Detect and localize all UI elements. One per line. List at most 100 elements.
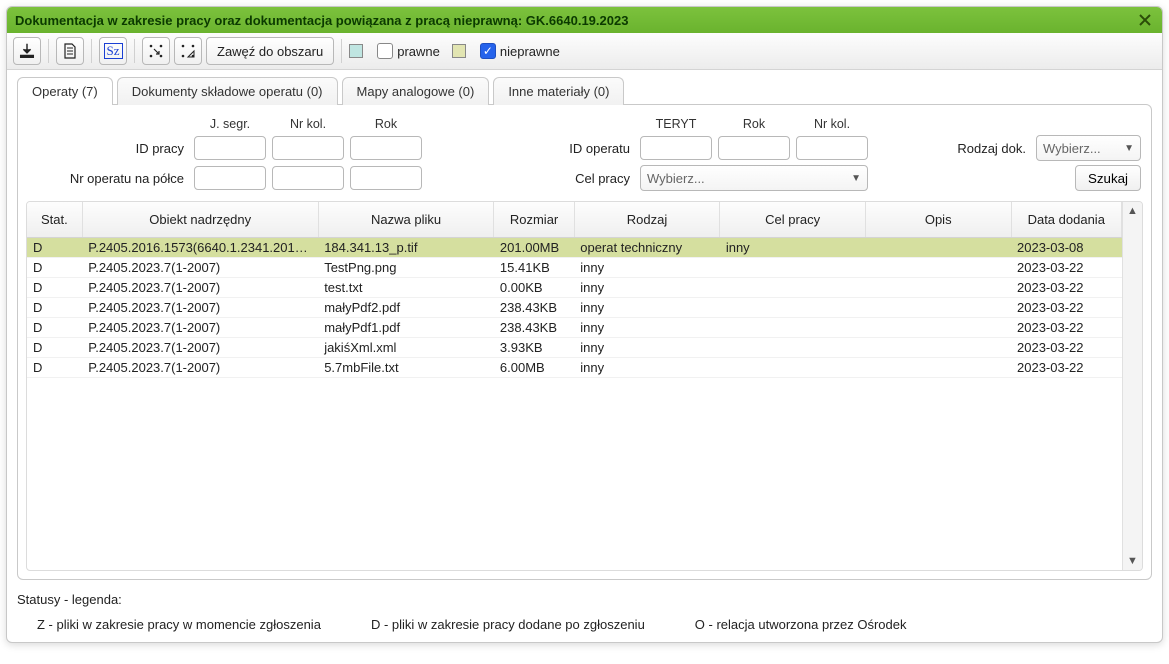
table-row[interactable]: DP.2405.2023.7(1-2007)test.txt0.00KBinny… <box>27 278 1122 298</box>
column-header[interactable]: Data dodania <box>1011 202 1121 238</box>
cell-obj: P.2405.2023.7(1-2007) <box>82 318 318 338</box>
cell-size: 15.41KB <box>494 258 574 278</box>
table-row[interactable]: DP.2405.2023.7(1-2007)5.7mbFile.txt6.00M… <box>27 358 1122 378</box>
select-placeholder: Wybierz... <box>1043 141 1101 156</box>
column-header[interactable]: Obiekt nadrzędny <box>82 202 318 238</box>
select-rodzaj-dok[interactable]: Wybierz... ▼ <box>1036 135 1141 161</box>
download-icon <box>18 42 36 60</box>
tab-2[interactable]: Mapy analogowe (0) <box>342 77 490 105</box>
column-header[interactable]: Opis <box>865 202 1011 238</box>
search-button[interactable]: Szukaj <box>1075 165 1141 191</box>
column-header[interactable]: Rodzaj <box>574 202 720 238</box>
label-rodzaj-dok: Rodzaj dok. <box>920 141 1030 156</box>
tab-3[interactable]: Inne materiały (0) <box>493 77 624 105</box>
cell-desc <box>865 278 1011 298</box>
legend-item: D - pliki w zakresie pracy dodane po zgł… <box>371 617 645 632</box>
scroll-up-icon[interactable]: ▲ <box>1123 202 1142 220</box>
tab-panel-operaty: J. segr. Nr kol. Rok TERYT Rok Nr kol. I… <box>17 104 1152 580</box>
document-icon <box>62 43 78 59</box>
cell-file: małyPdf1.pdf <box>318 318 494 338</box>
cell-cel <box>720 278 866 298</box>
cell-date: 2023-03-08 <box>1011 238 1121 258</box>
cell-cel <box>720 298 866 318</box>
cell-kind: inny <box>574 318 720 338</box>
select-area-button[interactable] <box>174 37 202 65</box>
titlebar: Dokumentacja w zakresie pracy oraz dokum… <box>7 7 1162 33</box>
cell-obj: P.2405.2023.7(1-2007) <box>82 338 318 358</box>
narrow-area-label: Zawęź do obszaru <box>217 44 323 59</box>
download-button[interactable] <box>13 37 41 65</box>
table-row[interactable]: DP.2405.2023.7(1-2007)małyPdf2.pdf238.43… <box>27 298 1122 318</box>
narrow-area-button[interactable]: Zawęź do obszaru <box>206 37 334 65</box>
document-button[interactable] <box>56 37 84 65</box>
cell-file: małyPdf2.pdf <box>318 298 494 318</box>
select-cel-pracy[interactable]: Wybierz... ▼ <box>640 165 868 191</box>
cell-stat: D <box>27 318 82 338</box>
table-row[interactable]: DP.2405.2023.7(1-2007)jakiśXml.xml3.93KB… <box>27 338 1122 358</box>
cell-date: 2023-03-22 <box>1011 358 1121 378</box>
input-id-pracy-nrkol[interactable] <box>272 136 344 160</box>
illegal-swatch <box>452 44 466 58</box>
cell-obj: P.2405.2023.7(1-2007) <box>82 358 318 378</box>
input-id-operatu-nrkol[interactable] <box>796 136 868 160</box>
column-header[interactable]: Nazwa pliku <box>318 202 494 238</box>
input-id-operatu-teryt[interactable] <box>640 136 712 160</box>
cell-cel <box>720 338 866 358</box>
chevron-down-icon: ▼ <box>1124 143 1134 154</box>
sz-button[interactable]: Sz <box>99 37 127 65</box>
cell-desc <box>865 238 1011 258</box>
cell-size: 6.00MB <box>494 358 574 378</box>
header-jsegr: J. segr. <box>194 117 266 131</box>
cell-desc <box>865 298 1011 318</box>
separator <box>134 39 135 63</box>
cell-stat: D <box>27 238 82 258</box>
cell-kind: inny <box>574 278 720 298</box>
cell-size: 0.00KB <box>494 278 574 298</box>
input-id-pracy-jsegr[interactable] <box>194 136 266 160</box>
input-nr-operatu-1[interactable] <box>194 166 266 190</box>
cell-obj: P.2405.2023.7(1-2007) <box>82 258 318 278</box>
cell-cel <box>720 358 866 378</box>
input-id-pracy-rok[interactable] <box>350 136 422 160</box>
cell-date: 2023-03-22 <box>1011 278 1121 298</box>
illegal-checkbox[interactable]: ✓ nieprawne <box>480 43 568 59</box>
table-row[interactable]: DP.2405.2016.1573(6640.1.2341.2014 t...1… <box>27 238 1122 258</box>
toolbar: Sz Zawęź do obszaru prawne <box>7 33 1162 70</box>
select-placeholder: Wybierz... <box>647 171 705 186</box>
tab-0[interactable]: Operaty (7) <box>17 77 113 105</box>
select-points-button[interactable] <box>142 37 170 65</box>
table-row[interactable]: DP.2405.2023.7(1-2007)TestPng.png15.41KB… <box>27 258 1122 278</box>
legend-title: Statusy - legenda: <box>17 592 1152 607</box>
input-nr-operatu-3[interactable] <box>350 166 422 190</box>
header-teryt: TERYT <box>640 117 712 131</box>
cell-obj: P.2405.2023.7(1-2007) <box>82 298 318 318</box>
results-table: Stat.Obiekt nadrzędnyNazwa plikuRozmiarR… <box>27 202 1122 378</box>
label-id-operatu: ID operatu <box>474 141 634 156</box>
cell-file: 5.7mbFile.txt <box>318 358 494 378</box>
header-nrkol2: Nr kol. <box>796 117 868 131</box>
column-header[interactable]: Rozmiar <box>494 202 574 238</box>
cell-desc <box>865 318 1011 338</box>
cell-size: 201.00MB <box>494 238 574 258</box>
cell-stat: D <box>27 258 82 278</box>
close-button[interactable] <box>1136 11 1154 29</box>
label-id-pracy: ID pracy <box>28 141 188 156</box>
cell-desc <box>865 258 1011 278</box>
input-id-operatu-rok[interactable] <box>718 136 790 160</box>
scroll-down-icon[interactable]: ▼ <box>1123 552 1142 570</box>
cell-cel <box>720 258 866 278</box>
cell-size: 238.43KB <box>494 298 574 318</box>
tab-1[interactable]: Dokumenty składowe operatu (0) <box>117 77 338 105</box>
vertical-scrollbar[interactable]: ▲ ▼ <box>1122 202 1142 570</box>
cell-kind: inny <box>574 258 720 278</box>
select-points-icon <box>148 43 164 59</box>
cell-stat: D <box>27 278 82 298</box>
results-table-scroll[interactable]: Stat.Obiekt nadrzędnyNazwa plikuRozmiarR… <box>27 202 1122 570</box>
column-header[interactable]: Stat. <box>27 202 82 238</box>
input-nr-operatu-2[interactable] <box>272 166 344 190</box>
label-nr-operatu: Nr operatu na półce <box>28 171 188 186</box>
column-header[interactable]: Cel pracy <box>720 202 866 238</box>
legal-checkbox[interactable]: prawne <box>377 43 448 59</box>
table-row[interactable]: DP.2405.2023.7(1-2007)małyPdf1.pdf238.43… <box>27 318 1122 338</box>
legend-item: O - relacja utworzona przez Ośrodek <box>695 617 907 632</box>
